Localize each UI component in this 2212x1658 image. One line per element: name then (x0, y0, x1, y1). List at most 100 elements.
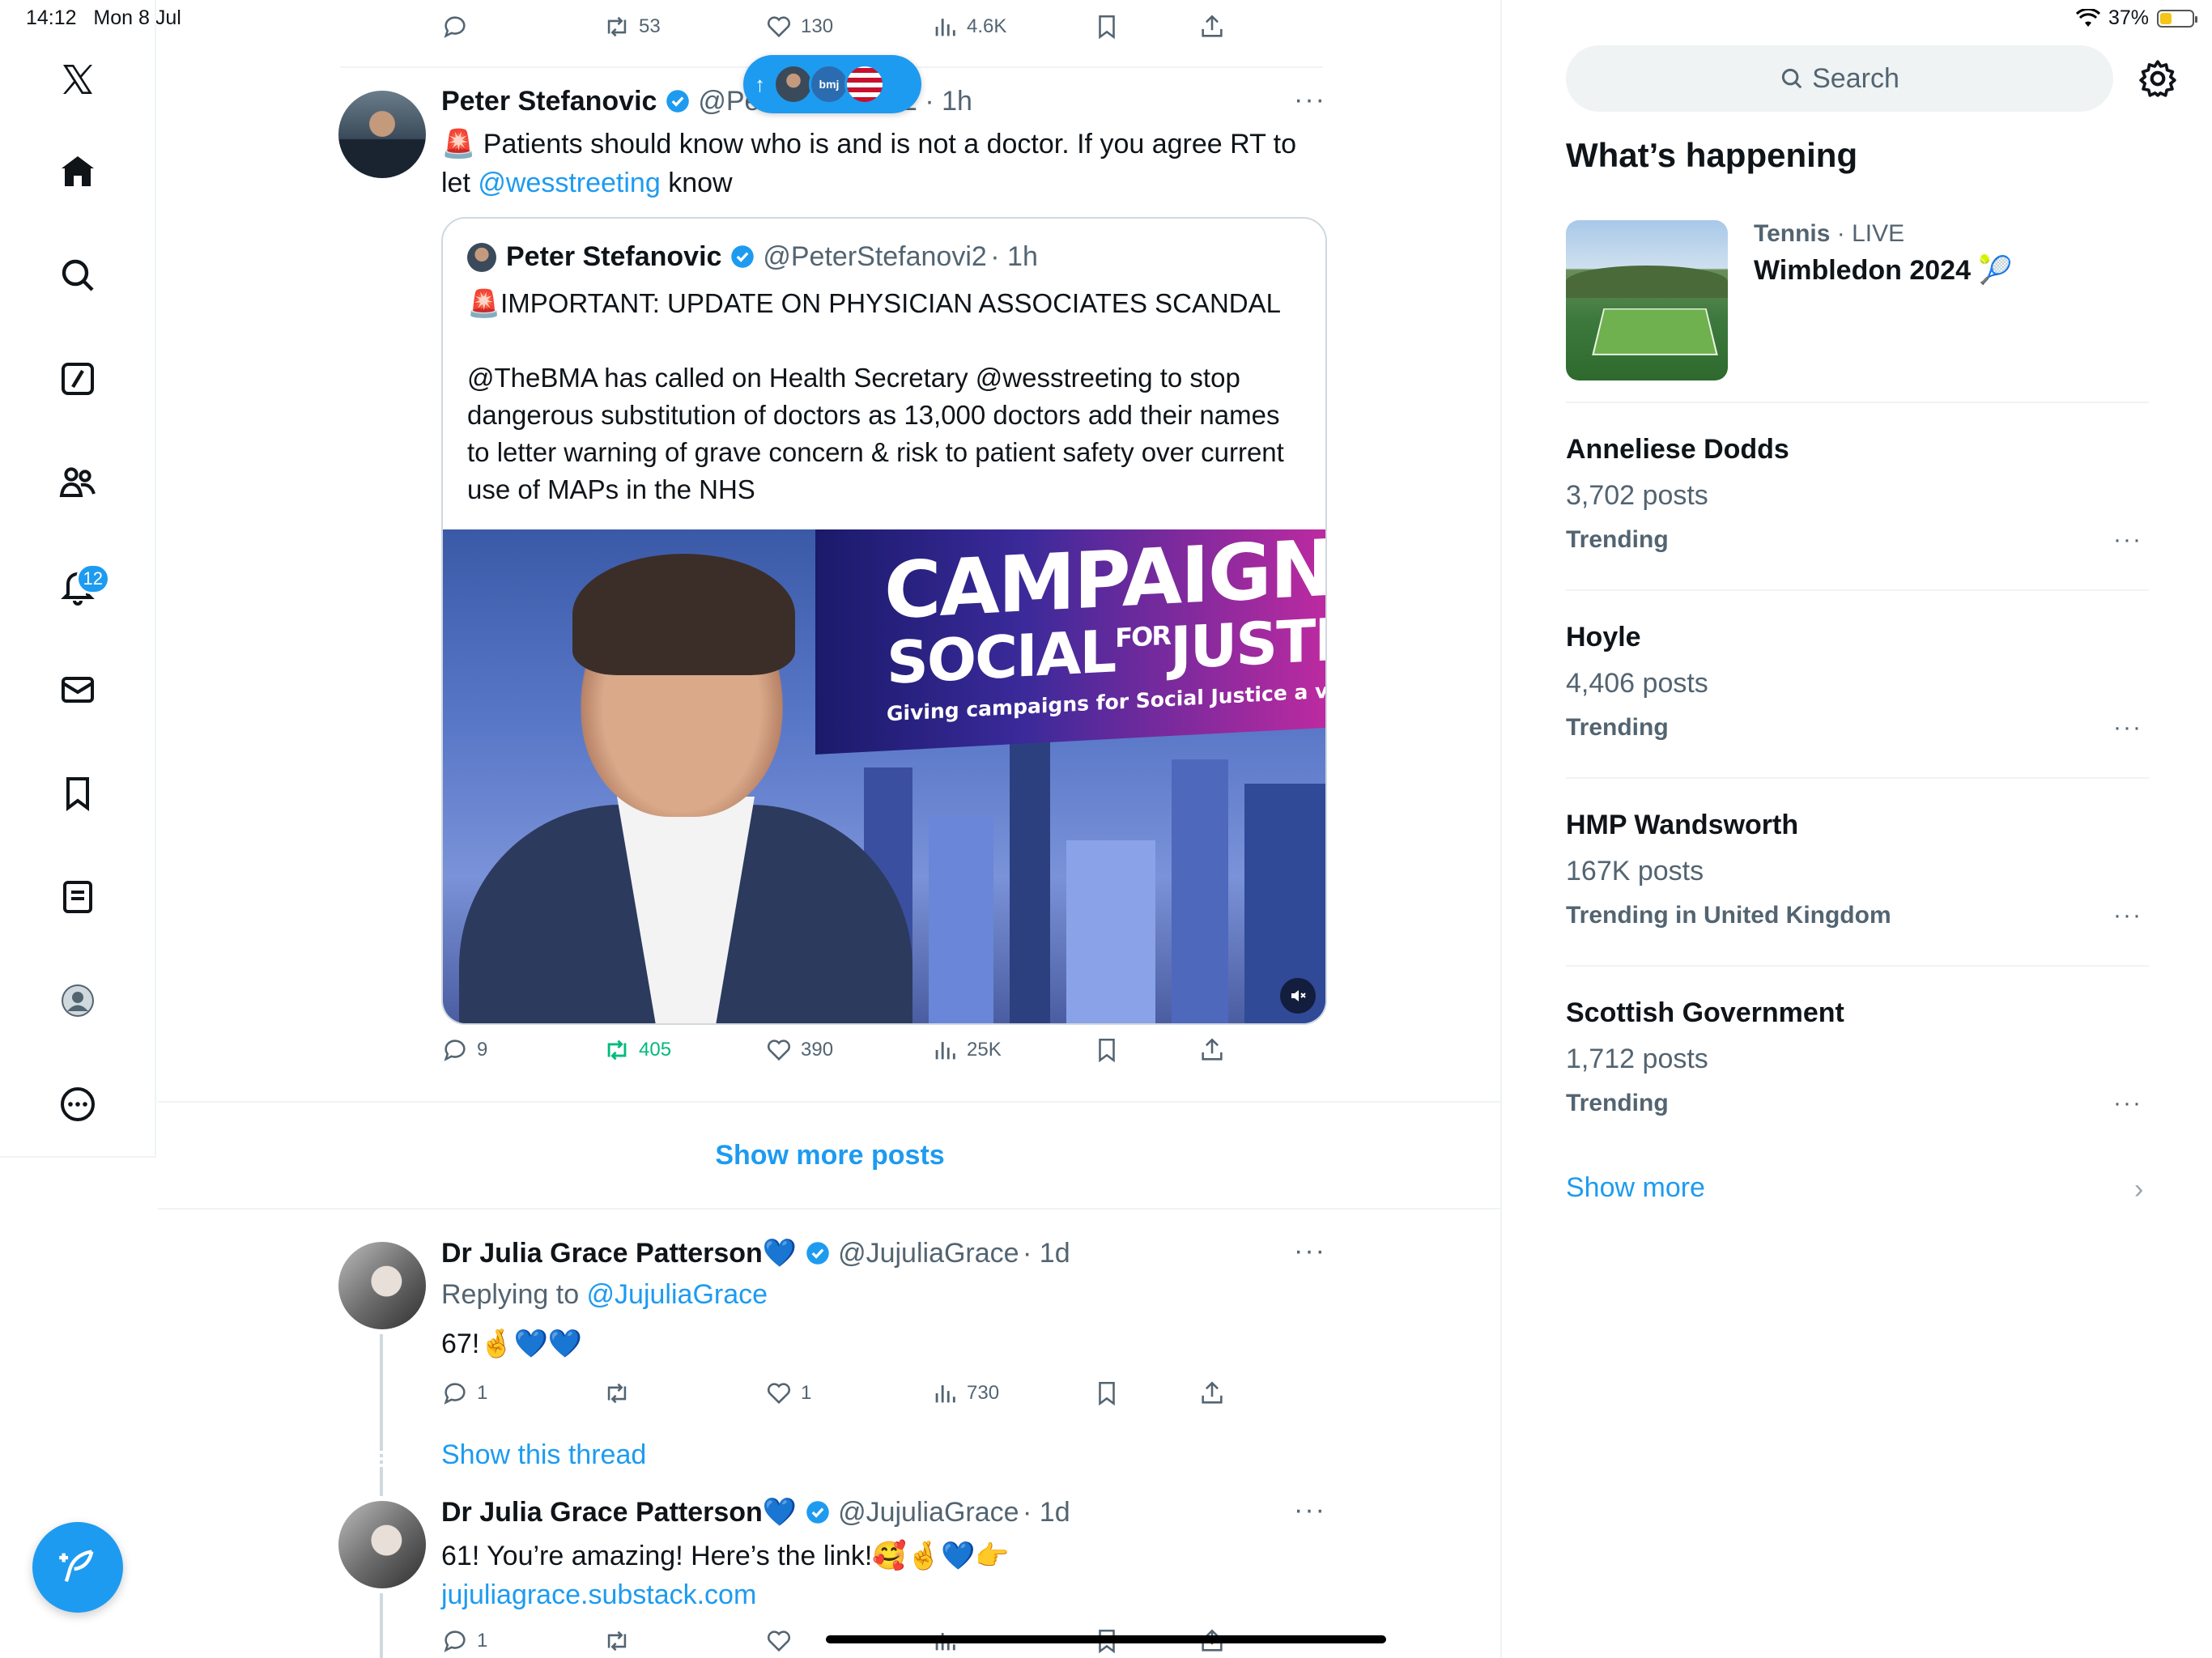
show-more-trends-link[interactable]: Show more (1566, 1172, 1705, 1204)
repost-button[interactable] (603, 1627, 631, 1655)
views-icon (935, 1042, 955, 1060)
like-button[interactable]: 130 (765, 13, 833, 40)
repost-icon (607, 16, 627, 37)
wifi-icon (2075, 8, 2100, 27)
post-time: · 1d (1023, 1238, 1070, 1269)
share-button[interactable] (1198, 1380, 1226, 1407)
people-icon[interactable] (45, 450, 110, 515)
video-thumbnail[interactable]: CAMPAIGN SOCIALFORJUSTICE Giving campaig… (443, 529, 1325, 1023)
post-header: Dr Julia Grace Patterson💙 @JujuliaGrace … (441, 1237, 1070, 1269)
bookmark-button[interactable] (1093, 1380, 1121, 1407)
trend-item[interactable]: Anneliese Dodds 3,702 posts Trending (1566, 434, 1789, 554)
repost-button[interactable]: 405 (603, 1036, 671, 1064)
reply-button[interactable]: 9 (441, 1036, 487, 1064)
heart-icon (767, 1630, 791, 1652)
mention-link[interactable]: @wesstreeting (478, 168, 660, 198)
wimbledon-thumbnail[interactable] (1566, 220, 1728, 380)
post-header: Dr Julia Grace Patterson💙 @JujuliaGrace … (441, 1496, 1070, 1528)
views-icon (935, 1385, 955, 1403)
avatar[interactable] (338, 1501, 426, 1588)
mail-icon[interactable] (45, 657, 110, 722)
arrow-up-icon: ↑ (755, 71, 765, 96)
reply-button[interactable]: 1 (441, 1627, 487, 1655)
reply-button[interactable] (441, 13, 469, 40)
more-options-icon[interactable]: ··· (1294, 84, 1326, 116)
x-logo-icon[interactable] (45, 47, 110, 112)
views-icon (935, 19, 955, 36)
share-icon (1202, 1381, 1223, 1404)
share-icon (1202, 1038, 1223, 1061)
more-options-icon[interactable]: ··· (2113, 902, 2142, 929)
search-placeholder: Search (1812, 62, 1899, 94)
slash-square-icon[interactable] (45, 346, 110, 411)
home-indicator[interactable] (826, 1635, 1386, 1643)
reply-icon (444, 1039, 466, 1061)
views-button[interactable]: 25K (931, 1036, 1002, 1064)
post-time: · 1d (1023, 1497, 1070, 1528)
replying-to-link[interactable]: @JujuliaGrace (587, 1279, 768, 1310)
like-button[interactable]: 390 (765, 1036, 833, 1064)
bookmark-button[interactable] (1093, 1036, 1121, 1064)
bookmark-icon[interactable] (45, 761, 110, 826)
author-name[interactable]: Dr Julia Grace Patterson💙 (441, 1238, 797, 1269)
trend-item[interactable]: Scottish Government 1,712 posts Trending (1566, 997, 1844, 1117)
divider (1566, 402, 2149, 403)
views-button[interactable]: 730 (931, 1380, 999, 1407)
more-options-icon[interactable]: ··· (1294, 1235, 1326, 1267)
post-text: 67!🤞💙💙 (441, 1329, 583, 1359)
chevron-right-icon[interactable]: › (2134, 1174, 2143, 1205)
verified-badge-icon (806, 1242, 829, 1265)
new-posts-pill[interactable]: ↑ bmj (743, 55, 921, 113)
author-handle[interactable]: @JujuliaGrace (838, 1238, 1019, 1269)
quoted-post[interactable]: Peter Stefanovic @PeterStefanovi2 · 1h 🚨… (441, 217, 1327, 1025)
avatar[interactable] (338, 91, 426, 178)
verified-badge-icon (806, 1501, 829, 1524)
repost-button[interactable] (603, 1380, 631, 1407)
share-button[interactable] (1198, 13, 1226, 40)
gear-icon[interactable] (2138, 58, 2178, 99)
quote-text: 🚨IMPORTANT: UPDATE ON PHYSICIAN ASSOCIAT… (467, 288, 1284, 504)
more-options-icon[interactable]: ··· (2113, 714, 2142, 742)
list-icon[interactable] (45, 865, 110, 929)
heart-icon (767, 1383, 791, 1405)
reply-button[interactable]: 1 (441, 1380, 487, 1407)
person-hair (572, 554, 795, 675)
like-button[interactable]: 1 (765, 1380, 811, 1407)
bookmark-button[interactable] (1093, 13, 1121, 40)
trend-item[interactable]: Hoyle 4,406 posts Trending (1566, 622, 1708, 742)
external-link[interactable]: jujuliagrace.substack.com (441, 1575, 756, 1614)
post-text: 🚨 Patients should know who is and is not… (441, 129, 1297, 198)
notification-badge: 12 (75, 563, 110, 594)
more-options-icon[interactable]: ··· (2113, 1090, 2142, 1117)
compose-button[interactable] (32, 1522, 123, 1613)
views-button[interactable]: 4.6K (931, 13, 1006, 40)
mute-button[interactable] (1280, 978, 1316, 1014)
verified-badge-icon (666, 90, 689, 113)
featured-event[interactable]: Tennis · LIVE Wimbledon 2024 🎾 (1754, 220, 2013, 287)
repost-button[interactable]: 53 (603, 13, 661, 40)
more-options-icon[interactable]: ··· (2113, 526, 2142, 554)
thread-line (380, 1467, 383, 1496)
bell-icon[interactable]: 12 (45, 554, 110, 619)
show-more-posts-button[interactable]: Show more posts (158, 1103, 1502, 1208)
divider (1566, 965, 2149, 967)
mini-avatar-bmj: bmj (809, 64, 849, 104)
like-button[interactable] (765, 1627, 793, 1655)
author-name[interactable]: Dr Julia Grace Patterson💙 (441, 1497, 797, 1528)
mini-avatar (773, 64, 814, 104)
repost-icon (607, 1630, 627, 1652)
reply-icon (444, 16, 466, 38)
trend-item[interactable]: HMP Wandsworth 167K posts Trending in Un… (1566, 810, 1891, 929)
share-button[interactable] (1198, 1036, 1226, 1064)
author-name[interactable]: Peter Stefanovic (441, 86, 657, 117)
more-options-icon[interactable]: ··· (1294, 1494, 1326, 1526)
post-header: Peter Stefanovic @Pe (441, 86, 759, 117)
show-thread-link[interactable]: Show this thread (441, 1439, 646, 1471)
home-icon[interactable] (45, 139, 110, 204)
author-handle[interactable]: @JujuliaGrace (838, 1497, 1019, 1528)
avatar[interactable] (338, 1242, 426, 1329)
search-input[interactable]: Search (1566, 45, 2113, 112)
search-icon[interactable] (45, 243, 110, 308)
profile-icon[interactable] (45, 968, 110, 1033)
top-partial-actions: 53 130 4.6K (0, 0, 1457, 57)
